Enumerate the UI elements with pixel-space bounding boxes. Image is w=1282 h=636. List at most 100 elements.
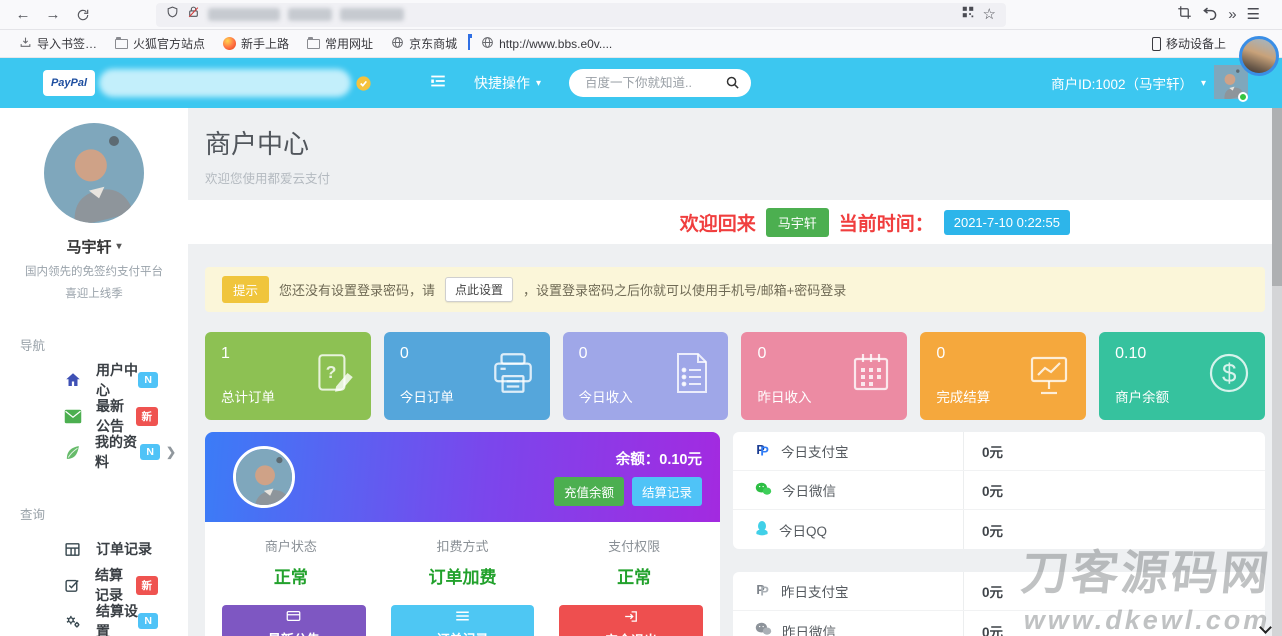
import-bookmarks-icon	[19, 36, 32, 52]
bookmark-bbs[interactable]: http://www.bbs.e0v....	[472, 33, 621, 55]
wechat-gray-icon	[755, 622, 772, 636]
stat-card-completed-settlement[interactable]: 0 完成结算	[920, 332, 1086, 420]
back-icon[interactable]: ←	[8, 3, 38, 27]
bookmark-jd[interactable]: 京东商城	[382, 33, 466, 55]
welcome-bar: 欢迎回来 马宇轩 当前时间： 2021-7-10 0:22:55	[188, 200, 1282, 244]
shield-icon[interactable]	[166, 5, 179, 24]
new-badge: 新	[136, 576, 159, 595]
set-password-button[interactable]: 点此设置	[445, 277, 513, 302]
scrollbar-thumb[interactable]	[1272, 108, 1282, 286]
table-row: P P 今日支付宝 0元	[733, 432, 1265, 471]
sidebar-item-settlement-records[interactable]: 结算记录 新	[0, 567, 188, 603]
lock-disabled-icon[interactable]	[187, 5, 200, 24]
folder-icon	[307, 39, 320, 49]
card-icon	[286, 610, 301, 625]
send-to-mobile[interactable]: 移动设备上	[1152, 35, 1226, 52]
tip-badge: 提示	[222, 276, 269, 303]
dollar-circle-icon: $	[1205, 349, 1253, 402]
svg-text:$: $	[1222, 358, 1237, 388]
balance-card-avatar	[233, 446, 295, 508]
reload-icon[interactable]	[68, 3, 98, 27]
status-value: 订单加费	[377, 563, 549, 588]
quick-actions-menu[interactable]: 快捷操作 ▾	[474, 73, 541, 93]
screenshot-crop-icon[interactable]	[1177, 5, 1192, 25]
bookmark-import[interactable]: 导入书签…	[10, 33, 106, 55]
alipay-gray-icon: P P	[755, 582, 771, 601]
more-tools-icon[interactable]: »	[1228, 7, 1236, 22]
stat-card-total-orders[interactable]: 1 总计订单 ?	[205, 332, 371, 420]
menu-hamburger-icon[interactable]: ☰	[1247, 7, 1260, 22]
sidebar-item-order-records[interactable]: 订单记录	[0, 531, 188, 567]
balance-label: 余额：	[616, 452, 660, 468]
svg-text:P: P	[760, 584, 769, 598]
today-stats-card: P P 今日支付宝 0元	[733, 432, 1265, 549]
url-bar[interactable]: ☆	[156, 3, 1006, 27]
stat-cards: 1 总计订单 ? 0 今日订单	[205, 332, 1265, 420]
merchant-id-label: 商户ID:1002（马宇轩）	[1051, 73, 1193, 93]
chevron-down-icon: ▾	[116, 241, 121, 252]
yesterday-stats-card: P P 昨日支付宝 0元	[733, 572, 1265, 636]
payment-stats-panel: P P 今日支付宝 0元	[733, 432, 1265, 636]
blurred-url	[340, 8, 404, 21]
mail-icon	[64, 409, 82, 424]
undo-arrow-icon[interactable]	[1202, 5, 1218, 25]
new-badge: N	[138, 613, 158, 629]
paypal-logo: PayPal	[43, 70, 95, 96]
globe-icon	[391, 36, 404, 52]
main-content: 商户中心 欢迎您使用都爱云支付 欢迎回来 马宇轩 当前时间： 2021-7-10…	[188, 108, 1282, 636]
settlement-records-button[interactable]: 结算记录	[632, 477, 702, 506]
search-box	[569, 69, 751, 97]
stat-card-today-orders[interactable]: 0 今日订单	[384, 332, 550, 420]
page-title: 商户中心	[205, 124, 1265, 161]
bookmark-getting-started[interactable]: 新手上路	[214, 33, 298, 55]
current-time-label: 当前时间：	[839, 209, 934, 236]
online-status-dot	[1238, 92, 1248, 102]
section-label-query: 查询	[20, 504, 188, 523]
recharge-balance-button[interactable]: 充值余额	[554, 477, 624, 506]
stat-card-yesterday-income[interactable]: 0 昨日收入	[741, 332, 907, 420]
stat-card-today-income[interactable]: 0 今日收入	[563, 332, 729, 420]
section-label-nav: 导航	[20, 335, 188, 354]
browser-account-avatar[interactable]	[1239, 36, 1279, 76]
latest-announcement-button[interactable]: 最新公告	[222, 605, 366, 636]
logout-icon	[624, 610, 638, 626]
page-subtitle: 欢迎您使用都爱云支付	[205, 168, 1265, 187]
table-row: 今日微信 0元	[733, 471, 1265, 510]
search-input[interactable]	[569, 69, 751, 97]
scrollbar[interactable]	[1272, 108, 1282, 636]
logout-button[interactable]: 安全退出	[559, 605, 703, 636]
new-badge: N	[138, 372, 158, 388]
bookmark-firefox-official[interactable]: 火狐官方站点	[106, 33, 214, 55]
stat-card-merchant-balance[interactable]: 0.10 商户余额 $	[1099, 332, 1265, 420]
folder-icon	[115, 39, 128, 49]
sidebar-item-my-profile[interactable]: 我的资料 N ❯	[0, 434, 188, 470]
order-records-button[interactable]: 订单记录	[391, 605, 535, 636]
sidebar-item-announcements[interactable]: 最新公告 新	[0, 398, 188, 434]
merchant-account-menu[interactable]: 商户ID:1002（马宇轩） ▾	[1051, 65, 1248, 102]
profile-name-menu[interactable]: 马宇轩 ▾	[0, 236, 188, 257]
sidebar-item-settlement-settings[interactable]: 结算设置 N	[0, 603, 188, 636]
table-row: 今日QQ 0元	[733, 510, 1265, 549]
forward-icon[interactable]: →	[38, 3, 68, 27]
profile-tagline: 喜迎上线季	[0, 285, 188, 301]
profile-tagline: 国内领先的免签约支付平台	[0, 263, 188, 279]
sidebar-item-user-center[interactable]: 用户中心 N	[0, 362, 188, 398]
chevron-down-icon: ▾	[1201, 78, 1206, 89]
sidebar-toggle-icon[interactable]	[428, 72, 448, 95]
balance-value: 0.10元	[659, 452, 702, 468]
verified-seal-icon	[355, 75, 372, 92]
bookmark-star-icon[interactable]: ☆	[983, 7, 996, 22]
status-label: 扣费方式	[377, 536, 549, 555]
bookmark-common-sites[interactable]: 常用网址	[298, 33, 382, 55]
app-navbar: PayPal 快捷操作 ▾ 商户ID:1002（马宇轩） ▾	[0, 58, 1282, 108]
table-row: P P 昨日支付宝 0元	[733, 572, 1265, 611]
profile-avatar[interactable]	[44, 123, 144, 223]
current-time-badge: 2021-7-10 0:22:55	[944, 210, 1070, 235]
home-icon	[64, 371, 82, 389]
welcome-name-badge: 马宇轩	[766, 208, 829, 237]
gears-icon	[64, 613, 82, 630]
balance-gradient-card: 余额：0.10元 充值余额 结算记录	[205, 432, 720, 522]
search-icon[interactable]	[725, 75, 740, 95]
qr-code-icon[interactable]	[961, 5, 975, 24]
globe-icon	[481, 36, 494, 52]
